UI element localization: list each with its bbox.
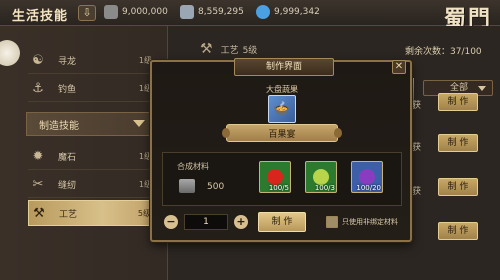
recipe-scroll-banner: 百果宴	[222, 124, 342, 142]
hammer-icon: ⚒	[33, 205, 45, 221]
currency-silver: 8,559,295	[180, 5, 244, 19]
row-side-text: 获	[412, 143, 422, 153]
row-side-text: 获	[412, 101, 422, 111]
make-button[interactable]: 制 作	[438, 93, 478, 111]
top-bar: 生活技能 ⇩ 9,000,000 8,559,295 9,999,342 蜀門	[0, 0, 500, 32]
sidebar-item-craft[interactable]: ⚒ 工艺 5级	[28, 200, 152, 226]
filter-value: 全部	[450, 83, 469, 93]
remaining-count: 剩余次数：37/100	[405, 47, 482, 57]
make-button[interactable]: 制 作	[438, 134, 478, 152]
back-button[interactable]: ⇩	[78, 5, 96, 21]
food-platter-icon[interactable]: 🍲	[268, 95, 296, 123]
material-qty: 100/20	[356, 184, 381, 192]
currency-gem: 9,999,342	[256, 5, 320, 19]
skill-level: 5级	[242, 45, 258, 56]
hammer-icon: ⚒	[200, 41, 213, 57]
diamond-icon	[104, 5, 118, 19]
sidebar-item-sewing[interactable]: ✂ 缝纫 1级	[28, 172, 152, 198]
gem-icon	[256, 5, 270, 19]
skill-name: 工艺	[59, 209, 78, 220]
material-slot-grape[interactable]: 100/20	[351, 161, 383, 193]
row-side-text: 获	[412, 187, 422, 197]
dragon-icon: ☯	[32, 53, 44, 68]
section-header-crafting[interactable]: 制造技能	[26, 112, 154, 136]
craft-dialog: 制作界面 ✕ 大盘蔬果 🍲 百果宴 合成材料 500 100/5 100/3 1…	[150, 58, 412, 242]
sidebar-item-magic-stone[interactable]: ✹ 魔石 1级	[28, 144, 152, 170]
decrease-button[interactable]: −	[164, 215, 178, 229]
make-button[interactable]: 制 作	[438, 222, 478, 240]
increase-button[interactable]: +	[234, 215, 248, 229]
recipe-title: 百果宴	[268, 130, 296, 140]
quantity-stepper: − 1 +	[164, 214, 248, 230]
magic-stone-icon: ✹	[32, 149, 44, 164]
sidebar: ☯ 寻龙 1级 ⚓ 钓鱼 1级 制造技能 ✹ 魔石 1级 ✂ 缝纫 1级 ⚒ 工…	[0, 26, 168, 280]
silver-icon	[180, 5, 194, 19]
skill-name: 缝纫	[58, 181, 77, 191]
chevron-down-icon	[478, 86, 486, 91]
currency-value: 9,999,342	[274, 7, 320, 17]
silver-icon	[179, 179, 195, 193]
material-qty: 100/5	[268, 184, 289, 192]
currency-value: 8,559,295	[198, 7, 244, 17]
dialog-title: 制作界面	[234, 58, 334, 76]
unbound-only-checkbox[interactable]	[326, 216, 338, 228]
quantity-input[interactable]: 1	[184, 214, 228, 230]
material-qty: 100/3	[314, 184, 335, 192]
materials-label: 合成材料	[177, 162, 209, 171]
sidebar-item-fishing[interactable]: ⚓ 钓鱼 1级	[28, 76, 152, 102]
section-label: 制造技能	[39, 120, 79, 132]
materials-panel: 合成材料 500 100/5 100/3 100/20	[162, 152, 402, 206]
chevron-down-icon	[133, 120, 145, 127]
pear-icon	[313, 169, 329, 185]
scissors-icon: ✂	[32, 177, 44, 192]
sidebar-item-dragon[interactable]: ☯ 寻龙 1级	[28, 48, 152, 74]
currency-diamond: 9,000,000	[104, 5, 168, 19]
skill-name: 寻龙	[58, 57, 77, 67]
coin-cost: 500	[207, 182, 225, 192]
material-slot-apple[interactable]: 100/5	[259, 161, 291, 193]
make-button[interactable]: 制 作	[258, 212, 306, 232]
skill-name: 魔石	[58, 153, 77, 163]
close-button[interactable]: ✕	[392, 60, 406, 74]
apple-icon	[267, 169, 283, 185]
currency-value: 9,000,000	[122, 7, 168, 17]
material-slot-pear[interactable]: 100/3	[305, 161, 337, 193]
unbound-only-label: 只使用非绑定材料	[342, 218, 398, 226]
fishing-icon: ⚓	[32, 81, 44, 96]
grape-icon	[359, 169, 375, 185]
flower-icon	[0, 40, 20, 66]
make-button[interactable]: 制 作	[438, 178, 478, 196]
skill-label: 工艺	[220, 45, 239, 56]
page-title: 生活技能	[12, 9, 69, 24]
recipe-name: 大盘蔬果	[266, 85, 298, 94]
skill-name: 钓鱼	[58, 85, 77, 95]
